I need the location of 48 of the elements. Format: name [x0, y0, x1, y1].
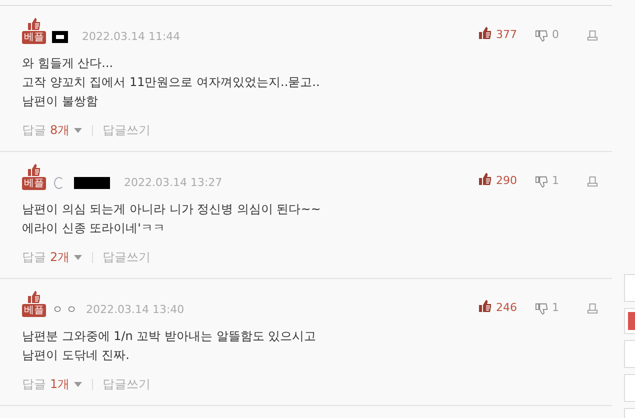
- comment-text: 와 힘들게 산다...: [22, 55, 114, 72]
- reply-count[interactable]: 2개: [50, 249, 70, 266]
- best-badge: 베플: [22, 31, 46, 44]
- write-reply-link[interactable]: 답글쓰기: [102, 249, 151, 266]
- report-icon[interactable]: [587, 302, 598, 314]
- dislike-count[interactable]: 0: [552, 28, 559, 42]
- like-count[interactable]: 290: [496, 174, 517, 188]
- comment-date: 2022.03.14 13:40: [86, 303, 184, 317]
- thumbs-up-icon: [478, 26, 492, 40]
- thumbs-down-icon[interactable]: [535, 174, 548, 188]
- redaction-mark: [74, 177, 110, 189]
- caret-icon[interactable]: [74, 382, 82, 387]
- comment-date: 2022.03.14 13:27: [124, 176, 222, 190]
- thumbs-up-icon: [27, 17, 41, 31]
- profile-icon: [54, 177, 64, 189]
- thumbs-down-icon[interactable]: [535, 28, 548, 42]
- reply-count[interactable]: 1개: [50, 376, 70, 393]
- caret-icon[interactable]: [74, 128, 82, 133]
- reply-label[interactable]: 답글: [22, 122, 46, 139]
- dislike-count[interactable]: 1: [552, 301, 559, 315]
- best-badge: 베플: [22, 177, 46, 190]
- write-reply-link[interactable]: 답글쓰기: [102, 122, 151, 139]
- like-count[interactable]: 377: [496, 28, 517, 42]
- write-reply-link[interactable]: 답글쓰기: [102, 376, 151, 393]
- dislike-count[interactable]: 1: [552, 174, 559, 188]
- comment-text: 고작 양꼬치 집에서 11만원으로 여자껴있었는지..묻고..: [22, 74, 321, 91]
- redaction-mark: [52, 31, 68, 43]
- thumbs-down-icon[interactable]: [535, 302, 548, 314]
- report-icon[interactable]: [587, 30, 598, 40]
- comment-date: 2022.03.14 11:44: [82, 30, 180, 44]
- comment-text: 남편이 의심 되는게 아니라 니가 정신병 의심이 된다~~: [22, 201, 322, 218]
- side-button[interactable]: [624, 308, 635, 334]
- thumbs-up-icon: [27, 290, 41, 304]
- author-name[interactable]: ㅇㅇ: [52, 302, 80, 317]
- thumbs-up-icon: [478, 299, 492, 313]
- caret-icon[interactable]: [74, 255, 82, 260]
- reply-count[interactable]: 8개: [50, 122, 70, 139]
- reply-label[interactable]: 답글: [22, 376, 46, 393]
- comment-text: 남편분 그와중에 1/n 꼬박 받아내는 알뜰함도 있으시고: [22, 328, 318, 345]
- thumbs-up-icon: [478, 172, 492, 186]
- best-badge: 베플: [22, 304, 46, 317]
- thumbs-up-icon: [27, 163, 41, 177]
- comment-text: 남편이 불쌍함: [22, 93, 99, 110]
- comment-text: 남편이 도닦네 진짜.: [22, 347, 130, 364]
- comment-text: 에라이 신종 또라이네'ㅋㅋ: [22, 220, 166, 237]
- like-count[interactable]: 246: [496, 301, 517, 315]
- reply-label[interactable]: 답글: [22, 249, 46, 266]
- report-icon[interactable]: [587, 176, 598, 186]
